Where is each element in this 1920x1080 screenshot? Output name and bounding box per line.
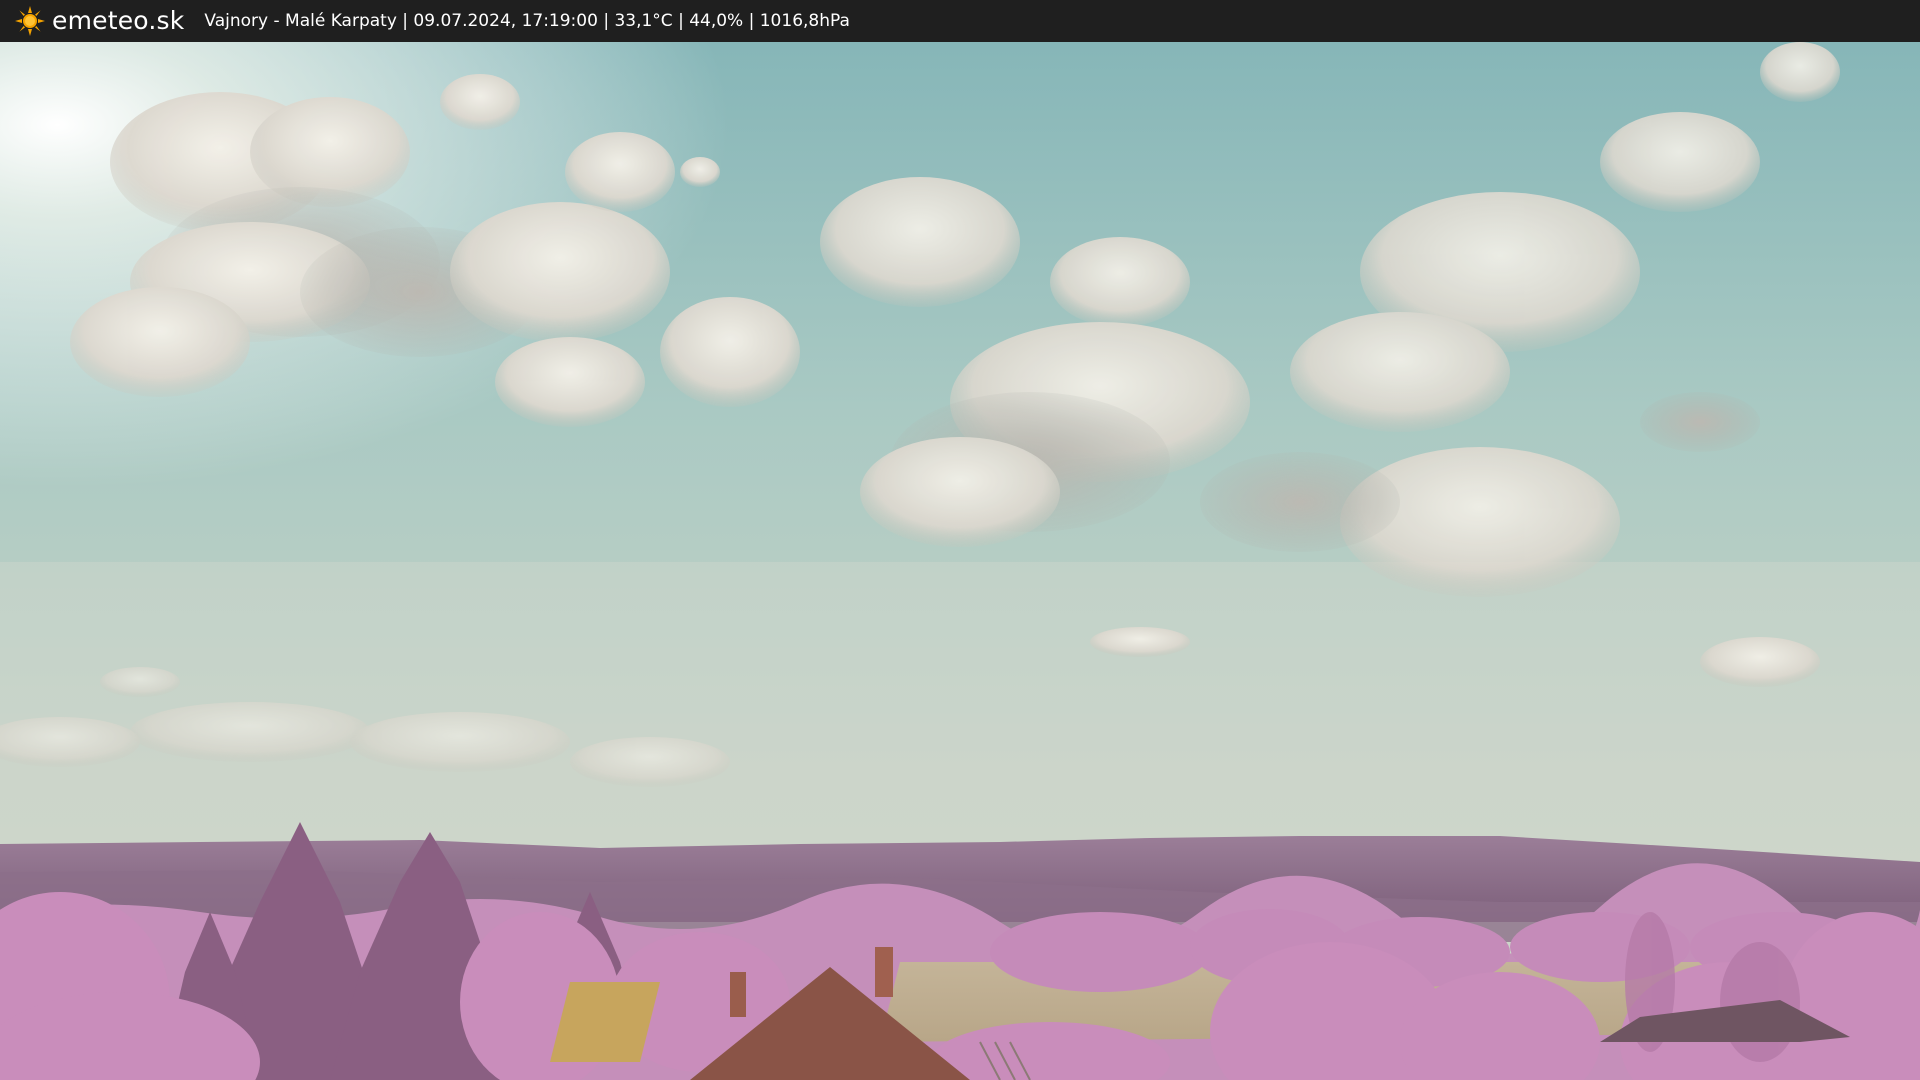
weather-caption: Vajnory - Malé Karpaty | 09.07.2024, 17:… bbox=[204, 11, 850, 31]
webcam-frame: emeteo.sk Vajnory - Malé Karpaty | 09.07… bbox=[0, 0, 1920, 1080]
sun-icon bbox=[15, 6, 45, 36]
brand-name: emeteo.sk bbox=[52, 6, 185, 35]
brand[interactable]: emeteo.sk bbox=[0, 0, 184, 42]
landscape-scene bbox=[0, 42, 1920, 1080]
header-bar: emeteo.sk Vajnory - Malé Karpaty | 09.07… bbox=[0, 0, 1920, 42]
webcam-image bbox=[0, 42, 1920, 1080]
